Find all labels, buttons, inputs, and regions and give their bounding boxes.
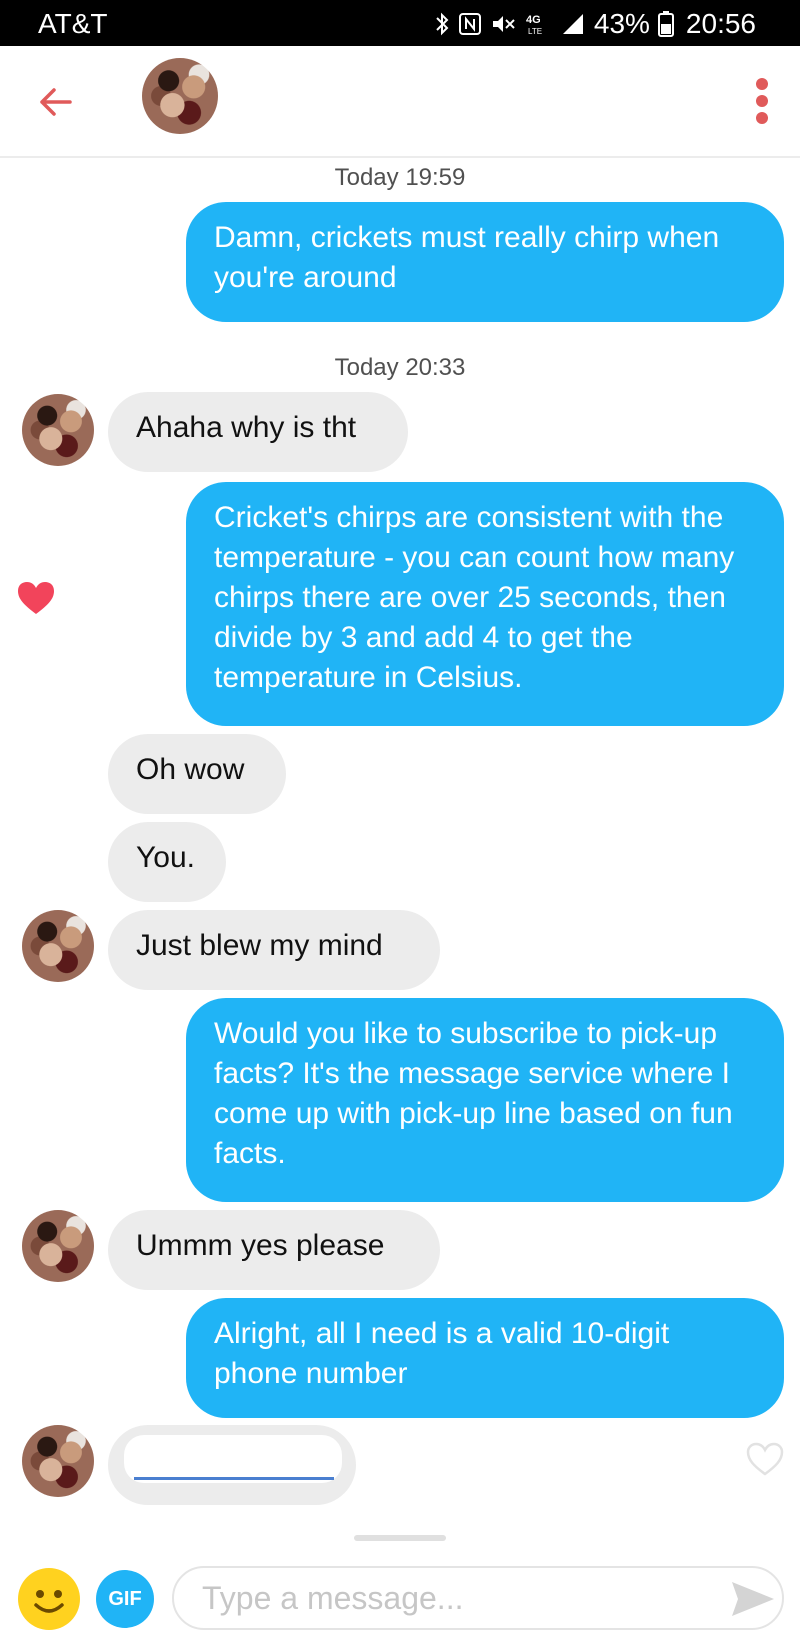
signal-icon bbox=[562, 14, 583, 34]
status-icons: 4G LTE 43% 20:56 bbox=[434, 8, 756, 40]
status-bar: AT&T 4G LTE 43% 20:56 bbox=[0, 0, 800, 46]
message-incoming[interactable]: Ahaha why is tht bbox=[108, 392, 408, 472]
nfc-icon bbox=[458, 13, 481, 35]
carrier-label: AT&T bbox=[38, 8, 108, 39]
bluetooth-icon bbox=[436, 12, 449, 36]
match-avatar[interactable] bbox=[142, 58, 218, 134]
sender-avatar[interactable] bbox=[22, 394, 94, 466]
smiley-icon bbox=[34, 1590, 64, 1613]
message-incoming[interactable]: Oh wow bbox=[108, 734, 286, 814]
4g-lte-icon: 4GLTE bbox=[526, 14, 542, 36]
message-outgoing[interactable]: Damn, crickets must really chirp when yo… bbox=[186, 202, 784, 322]
heart-outline-icon[interactable] bbox=[746, 1442, 784, 1476]
message-outgoing[interactable]: Would you like to subscribe to pick-up f… bbox=[186, 998, 784, 1202]
message-incoming[interactable]: Ummm yes please bbox=[108, 1210, 440, 1290]
heart-filled-icon[interactable] bbox=[16, 580, 56, 616]
timestamp: Today 19:59 bbox=[334, 164, 466, 191]
message-outgoing[interactable]: Alright, all I need is a valid 10-digit … bbox=[186, 1298, 784, 1418]
redaction-mask bbox=[124, 1435, 342, 1483]
svg-text:LTE: LTE bbox=[528, 27, 542, 36]
message-input[interactable] bbox=[172, 1566, 784, 1630]
sender-avatar[interactable] bbox=[22, 910, 94, 982]
gif-button[interactable]: GIF bbox=[96, 1570, 154, 1628]
message-outgoing[interactable]: Cricket's chirps are consistent with the… bbox=[186, 482, 784, 726]
message-incoming[interactable]: Just blew my mind bbox=[108, 910, 440, 990]
svg-text:4G: 4G bbox=[526, 14, 541, 26]
battery-icon bbox=[657, 11, 674, 37]
timestamp: Today 20:33 bbox=[334, 354, 466, 381]
sender-avatar[interactable] bbox=[22, 1425, 94, 1497]
sender-avatar[interactable] bbox=[22, 1210, 94, 1282]
back-button[interactable] bbox=[36, 82, 76, 122]
chat-header bbox=[0, 46, 800, 158]
message-incoming[interactable]: You. bbox=[108, 822, 226, 902]
scroll-handle bbox=[354, 1535, 446, 1541]
redaction-underline bbox=[134, 1477, 334, 1480]
send-button[interactable] bbox=[730, 1580, 776, 1618]
arrow-left-icon bbox=[40, 88, 72, 116]
send-icon bbox=[732, 1582, 774, 1616]
battery-percent: 43% bbox=[593, 8, 650, 39]
more-vertical-icon bbox=[756, 78, 768, 124]
emoji-button[interactable] bbox=[18, 1568, 80, 1630]
more-menu-button[interactable] bbox=[752, 76, 772, 126]
clock: 20:56 bbox=[685, 8, 756, 39]
mute-icon bbox=[492, 16, 515, 32]
